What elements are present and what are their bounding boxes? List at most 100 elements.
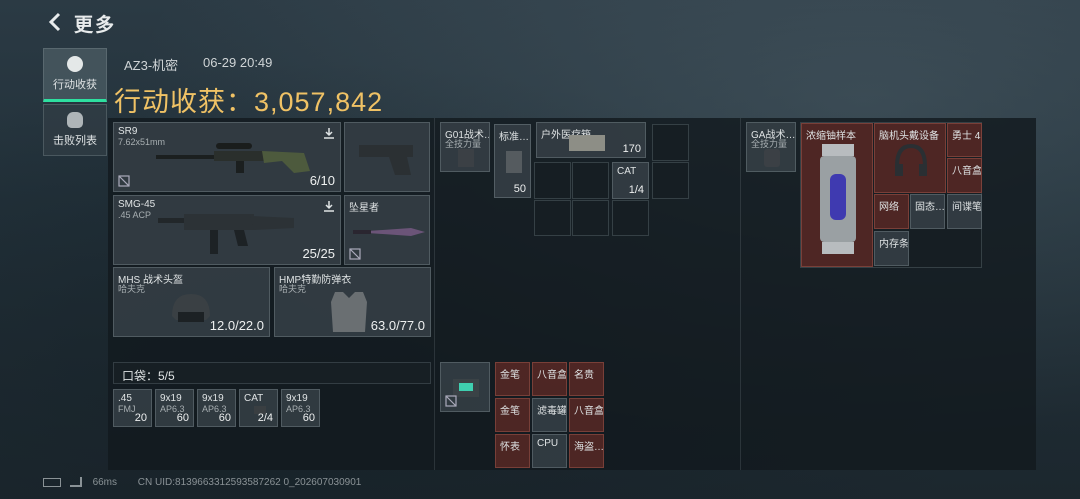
case-item[interactable]: 金笔 bbox=[495, 362, 530, 396]
no-insure-icon bbox=[118, 175, 130, 187]
melee-name: 坠星者 bbox=[349, 203, 379, 214]
case-item[interactable]: 滤毒罐 bbox=[532, 398, 567, 432]
datetime: 06-29 20:49 bbox=[203, 55, 273, 70]
item-name: 金笔 bbox=[500, 406, 520, 417]
rig-slot[interactable]: G01战术… 全技力量 bbox=[440, 122, 490, 172]
backpack-item[interactable]: 内存条 bbox=[874, 231, 909, 266]
item-qty: 1/4 bbox=[628, 184, 644, 196]
item-qty: 20 bbox=[134, 412, 147, 424]
case-item[interactable]: 海盗… bbox=[569, 434, 604, 468]
helmet-slot[interactable]: MHS 战术头盔 哈夫克 12.0/22.0 bbox=[113, 267, 270, 337]
weapon-name: SR9 bbox=[118, 126, 138, 137]
back-button[interactable] bbox=[44, 10, 68, 34]
helmet-brand: 哈夫克 bbox=[118, 284, 146, 294]
map-name: AZ3-机密 bbox=[124, 58, 179, 73]
armor-slot[interactable]: HMP特勤防弹衣 哈夫克 63.0/77.0 bbox=[274, 267, 431, 337]
rig-cell bbox=[652, 162, 689, 199]
pocket-item[interactable]: 9x19 AP6.3 60 bbox=[155, 389, 194, 427]
harvest-label: 行动收获： bbox=[114, 87, 254, 117]
tab-kill-list[interactable]: 击败列表 bbox=[43, 104, 107, 156]
item-qty: 60 bbox=[302, 412, 315, 424]
item-name: 八音盒 bbox=[537, 370, 567, 381]
headset-icon bbox=[895, 143, 927, 176]
ammo-count: 6/10 bbox=[309, 173, 335, 188]
item-name: 八音盒 bbox=[574, 406, 604, 417]
backpack-slot[interactable]: GA战术… 全技力量 bbox=[746, 122, 796, 172]
weapon-slot-primary[interactable]: SR9 7.62x51mm 6/10 bbox=[113, 122, 341, 192]
item-name: 八音盒 bbox=[952, 166, 982, 177]
item-qty: 50 bbox=[513, 183, 526, 195]
backpack-item[interactable]: 间谍笔 bbox=[947, 194, 982, 229]
weapon-slot-pistol[interactable] bbox=[344, 122, 430, 192]
tab-label: 击败列表 bbox=[53, 135, 97, 147]
weapon-slot-secondary[interactable]: SMG-45 .45 ACP 25/25 bbox=[113, 195, 341, 265]
item-qty: 60 bbox=[218, 412, 231, 424]
backpack-item[interactable]: 固态… bbox=[910, 194, 945, 229]
pocket-item[interactable]: 9x19 AP6.3 60 bbox=[197, 389, 236, 427]
divider bbox=[740, 118, 741, 470]
case-item[interactable]: CPU bbox=[532, 434, 567, 468]
download-icon bbox=[324, 201, 334, 212]
backpack-item[interactable]: 脑机头戴设备 bbox=[874, 123, 946, 193]
item-name: 间谍笔 bbox=[952, 202, 982, 213]
case-item[interactable]: 金笔 bbox=[495, 398, 530, 432]
durability: 12.0/22.0 bbox=[209, 318, 264, 333]
rig-item[interactable]: CAT 1/4 bbox=[612, 162, 649, 199]
harvest-value: 3,057,842 bbox=[254, 87, 384, 117]
rig-cell bbox=[534, 200, 571, 236]
uranium-canister-icon bbox=[820, 144, 856, 254]
case-item[interactable]: 八音盒 bbox=[532, 362, 567, 396]
backpack-item[interactable]: 勇士 45 bbox=[947, 123, 982, 157]
durability: 63.0/77.0 bbox=[370, 318, 425, 333]
ping: 66ms bbox=[92, 477, 118, 488]
pocket-item[interactable]: CAT 2/4 bbox=[239, 389, 278, 427]
item-name: .45 bbox=[118, 393, 132, 404]
helmet-icon bbox=[172, 294, 210, 322]
pocket-label: 口袋：5/5 bbox=[122, 369, 175, 383]
item-qty: 2/4 bbox=[257, 412, 273, 424]
pocket-item[interactable]: .45 FMJ 20 bbox=[113, 389, 152, 427]
backpack-icon bbox=[764, 149, 780, 167]
item-name: 滤毒罐 bbox=[537, 406, 567, 417]
signal-icon bbox=[69, 477, 82, 488]
item-name: 怀表 bbox=[500, 442, 520, 453]
melee-slot[interactable]: 坠星者 bbox=[344, 195, 430, 265]
smg-icon bbox=[158, 214, 294, 254]
item-name: 标准… bbox=[499, 132, 529, 143]
divider bbox=[434, 118, 435, 470]
tab-label: 行动收获 bbox=[53, 79, 97, 91]
item-name: 网络 bbox=[879, 202, 899, 213]
item-name: 9x19 bbox=[160, 393, 182, 404]
pocket-header: 口袋：5/5 bbox=[113, 362, 431, 384]
item-name: CAT bbox=[617, 166, 637, 177]
rig-cell bbox=[572, 200, 609, 236]
pocket-item[interactable]: 9x19 AP6.3 60 bbox=[281, 389, 320, 427]
item-name: 9x19 bbox=[202, 393, 224, 404]
rig-item[interactable]: 标准… 50 bbox=[494, 124, 531, 198]
tab-action-harvest[interactable]: 行动收获 bbox=[43, 48, 107, 102]
item-name: 金笔 bbox=[500, 370, 520, 381]
rig-icon bbox=[458, 149, 474, 167]
medkit-icon bbox=[569, 135, 605, 151]
backpack-item[interactable]: 浓缩铀样本 bbox=[801, 123, 873, 267]
chevron-left-icon bbox=[48, 12, 61, 32]
item-name: 9x19 bbox=[286, 393, 308, 404]
backpack-item[interactable]: 网络 bbox=[874, 194, 909, 229]
uid: CN UID:8139663312593587262 0_20260703090… bbox=[137, 477, 362, 488]
no-insure-icon bbox=[445, 395, 457, 407]
rig-cell bbox=[652, 124, 689, 161]
armor-icon bbox=[331, 292, 367, 332]
harvest-icon bbox=[67, 56, 83, 72]
case-item[interactable]: 怀表 bbox=[495, 434, 530, 468]
rig-cell bbox=[612, 200, 649, 236]
item-name: 海盗… bbox=[574, 442, 604, 453]
skull-icon bbox=[67, 112, 83, 128]
harvest-total: 行动收获：3,057,842 bbox=[114, 80, 383, 119]
weapon-name: SMG-45 bbox=[118, 199, 156, 210]
case-item[interactable]: 八音盒 bbox=[569, 398, 604, 432]
rig-item[interactable]: 户外医疗箱 170 bbox=[536, 122, 646, 158]
case-item[interactable]: 名贵 bbox=[569, 362, 604, 396]
safe-case-slot[interactable] bbox=[440, 362, 490, 412]
backpack-item[interactable]: 八音盒 bbox=[947, 158, 982, 193]
item-sub: FMJ bbox=[118, 404, 136, 414]
